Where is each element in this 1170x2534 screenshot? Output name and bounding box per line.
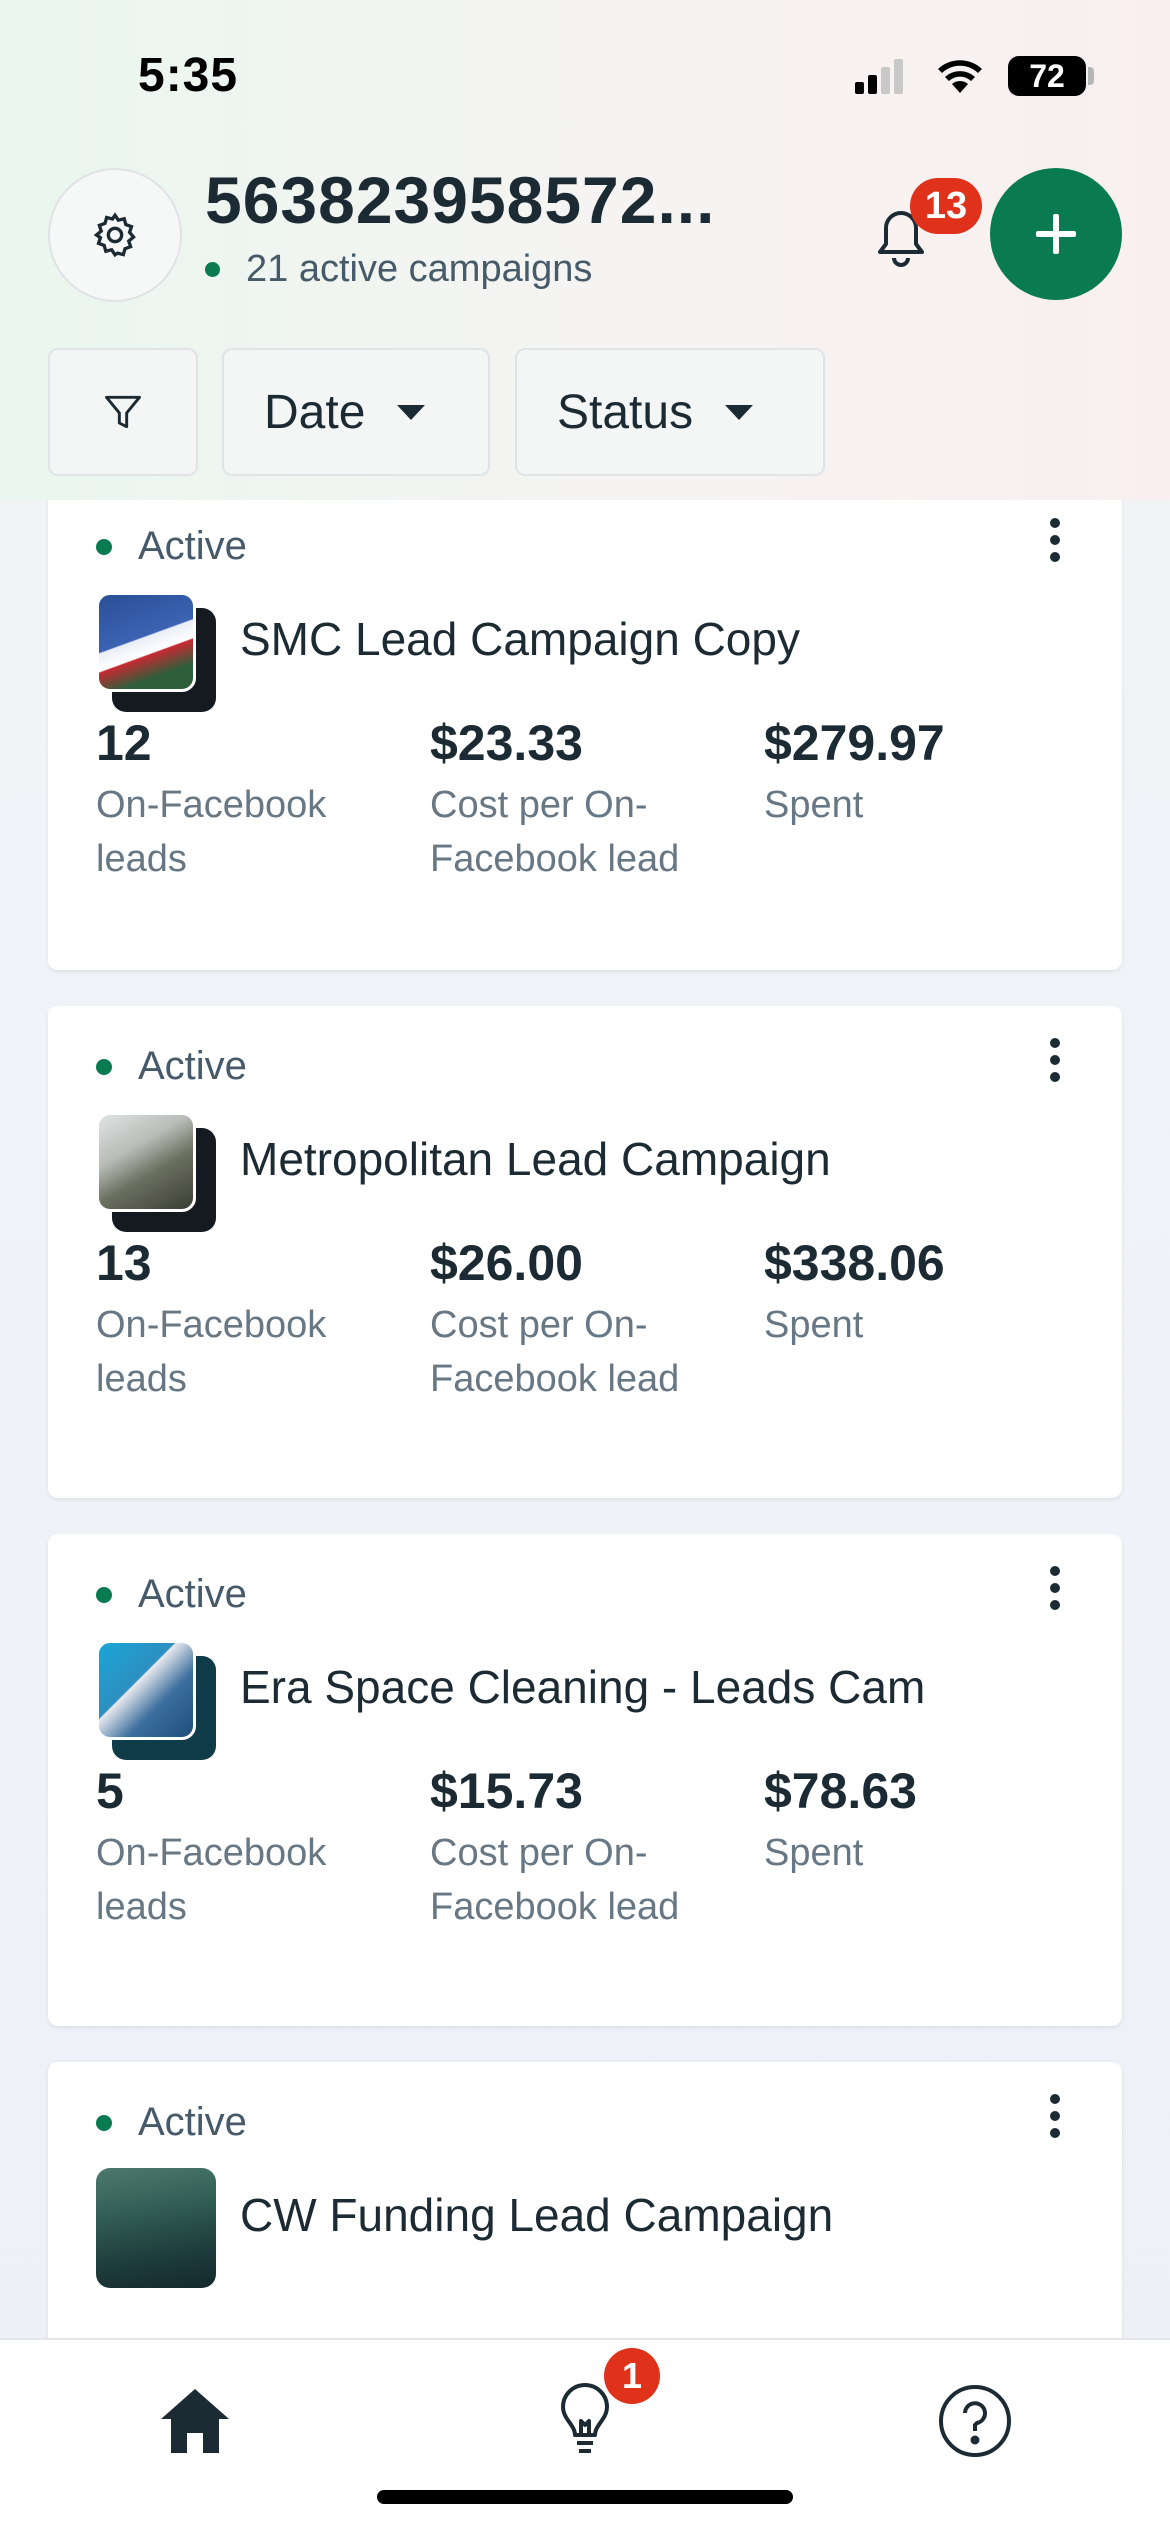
metric-value: $23.33: [430, 715, 583, 771]
metric-spent: $279.97 Spent: [764, 714, 1084, 832]
campaign-status: Active: [96, 2100, 247, 2145]
metric-value: 12: [96, 715, 152, 771]
campaign-thumbnail: [96, 592, 218, 716]
notification-badge: 13: [910, 178, 982, 234]
nav-home[interactable]: [150, 2376, 240, 2466]
metric-cost-per-lead: $15.73 Cost per On-Facebook lead: [430, 1762, 750, 1934]
battery-level: 72: [1008, 56, 1086, 96]
help-icon: [939, 2385, 1011, 2457]
bottom-navigation: [0, 2338, 1170, 2534]
campaign-status-label: Active: [138, 1044, 247, 1088]
lightbulb-icon: [561, 2383, 609, 2453]
campaign-status-label: Active: [138, 2100, 247, 2144]
battery-tip: [1088, 67, 1094, 85]
status-time: 5:35: [138, 49, 239, 102]
more-options-icon[interactable]: [1048, 2094, 1062, 2138]
campaign-card[interactable]: Active Era Space Cleaning - Leads Cam 5 …: [48, 1534, 1122, 2026]
metric-label: Spent: [764, 1832, 864, 1874]
home-icon: [161, 2389, 229, 2453]
status-filter-label: Status: [557, 385, 694, 439]
metric-spent: $78.63 Spent: [764, 1762, 1084, 1880]
metric-label: Spent: [764, 784, 864, 826]
campaign-thumbnail: [96, 2168, 218, 2292]
active-dot: [96, 1058, 112, 1075]
campaign-status: Active: [96, 1044, 247, 1089]
campaign-name: Metropolitan Lead Campaign: [240, 1133, 831, 1185]
chevron-down-icon: [397, 404, 426, 420]
more-options-icon[interactable]: [1048, 1038, 1062, 1082]
active-dot: [96, 538, 112, 555]
metric-label: Cost per On-Facebook lead: [430, 1832, 680, 1928]
campaign-card[interactable]: Active CW Funding Lead Campaign: [48, 2062, 1122, 2338]
metric-leads: 5 On-Facebook leads: [96, 1762, 416, 1934]
metric-label: On-Facebook leads: [96, 784, 327, 880]
date-filter-label: Date: [264, 385, 366, 439]
more-options-icon[interactable]: [1048, 1566, 1062, 1610]
date-filter-dropdown[interactable]: Date: [222, 348, 490, 476]
campaign-name: Era Space Cleaning - Leads Cam: [240, 1661, 926, 1713]
nav-help[interactable]: [930, 2376, 1020, 2466]
campaign-status: Active: [96, 1572, 247, 1617]
status-filter-dropdown[interactable]: Status: [515, 348, 825, 476]
metric-label: Cost per On-Facebook lead: [430, 784, 680, 880]
metric-label: Spent: [764, 1304, 864, 1346]
metric-value: 5: [96, 1763, 124, 1819]
filter-button[interactable]: [48, 348, 198, 476]
create-campaign-button[interactable]: [990, 168, 1122, 300]
campaign-thumbnail: [96, 1112, 218, 1236]
metric-leads: 13 On-Facebook leads: [96, 1234, 416, 1406]
filter-icon: [105, 395, 141, 429]
active-dot: [205, 262, 220, 277]
metric-value: $78.63: [764, 1763, 917, 1819]
metric-value: 13: [96, 1235, 152, 1291]
campaign-list[interactable]: Active SMC Lead Campaign Copy 12 On-Face…: [0, 500, 1170, 2338]
metric-label: On-Facebook leads: [96, 1832, 327, 1928]
metric-value: $279.97: [764, 715, 945, 771]
metric-value: $26.00: [430, 1235, 583, 1291]
wifi-icon: [938, 60, 982, 93]
more-options-icon[interactable]: [1048, 518, 1062, 562]
metric-cost-per-lead: $26.00 Cost per On-Facebook lead: [430, 1234, 750, 1406]
metric-label: On-Facebook leads: [96, 1304, 327, 1400]
settings-button[interactable]: [48, 168, 182, 302]
active-campaigns-count: 21 active campaigns: [205, 248, 592, 291]
campaign-name: SMC Lead Campaign Copy: [240, 613, 800, 665]
active-dot: [96, 2114, 112, 2131]
campaign-status-label: Active: [138, 524, 247, 568]
metric-leads: 12 On-Facebook leads: [96, 714, 416, 886]
ideas-badge: 1: [604, 2348, 660, 2404]
campaign-card[interactable]: Active SMC Lead Campaign Copy 12 On-Face…: [48, 500, 1122, 970]
chevron-down-icon: [725, 404, 754, 420]
signal-icon: [855, 58, 905, 94]
active-dot: [96, 1586, 112, 1603]
campaign-card[interactable]: Active Metropolitan Lead Campaign 13 On-…: [48, 1006, 1122, 1498]
home-indicator: [377, 2490, 793, 2504]
campaign-status: Active: [96, 524, 247, 569]
metric-label: Cost per On-Facebook lead: [430, 1304, 680, 1400]
plus-icon: [1036, 214, 1076, 254]
metric-value: $15.73: [430, 1763, 583, 1819]
account-title[interactable]: 563823958572...: [205, 162, 715, 238]
gear-icon: [93, 212, 136, 258]
active-campaigns-label: 21 active campaigns: [246, 248, 593, 290]
metric-value: $338.06: [764, 1235, 945, 1291]
campaign-name: CW Funding Lead Campaign: [240, 2189, 834, 2241]
campaign-thumbnail: [96, 1640, 218, 1764]
metric-cost-per-lead: $23.33 Cost per On-Facebook lead: [430, 714, 750, 886]
metric-spent: $338.06 Spent: [764, 1234, 1084, 1352]
campaign-status-label: Active: [138, 1572, 247, 1616]
